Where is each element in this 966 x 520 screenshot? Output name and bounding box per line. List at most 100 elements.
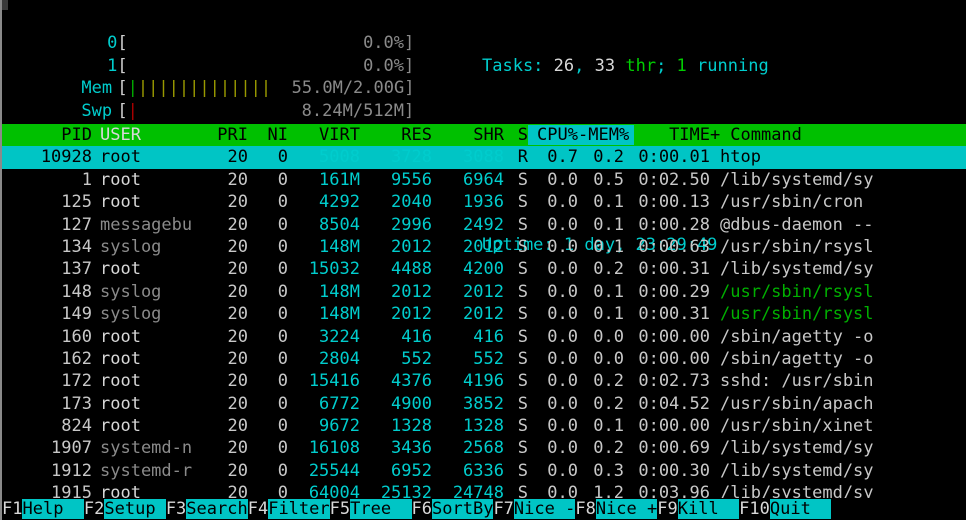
cell-mem: 0.3 xyxy=(578,460,624,482)
swap-open-bracket: [ xyxy=(117,101,127,121)
function-key-f4[interactable]: F4 xyxy=(248,499,268,519)
function-label-kill[interactable]: Kill xyxy=(678,499,739,519)
cell-ni: 0 xyxy=(248,258,288,280)
table-row[interactable]: 137root2001503244884200S0.00.20:00.31/li… xyxy=(2,258,966,280)
table-row[interactable]: 134syslog200148M20122012S0.00.10:00.63/u… xyxy=(2,236,966,258)
cell-res: 2040 xyxy=(360,191,432,213)
table-row[interactable]: 148syslog200148M20122012S0.00.10:00.29/u… xyxy=(2,281,966,303)
cell-virt: 15416 xyxy=(288,370,360,392)
tasks-count: 26 xyxy=(554,56,574,76)
process-table-header[interactable]: PIDUSERPRINIVIRTRESSHRSCPU%-MEM%TIME+Com… xyxy=(2,124,966,146)
cell-shr: 2012 xyxy=(432,281,504,303)
column-header-pri[interactable]: PRI xyxy=(188,124,248,146)
process-row-list: 10928root200500837283088R0.70.20:00.01ht… xyxy=(2,146,966,504)
column-header-time[interactable]: TIME+ xyxy=(634,124,720,146)
column-header-virt[interactable]: VIRT xyxy=(288,124,360,146)
cell-pri: 20 xyxy=(188,146,248,168)
cell-user: root xyxy=(92,191,188,213)
cell-cpu: 0.0 xyxy=(528,460,578,482)
function-key-f8[interactable]: F8 xyxy=(575,499,595,519)
table-row[interactable]: 160root2003224416416S0.00.00:00.00/sbin/… xyxy=(2,326,966,348)
cell-pid: 824 xyxy=(2,415,92,437)
table-row[interactable]: 10928root200500837283088R0.70.20:00.01ht… xyxy=(2,146,966,168)
cell-command: htop xyxy=(710,146,761,168)
function-key-f10[interactable]: F10 xyxy=(739,499,770,519)
cell-pid: 149 xyxy=(2,303,92,325)
column-header-shr[interactable]: SHR xyxy=(432,124,504,146)
cell-res: 416 xyxy=(360,326,432,348)
function-label-nice[interactable]: Nice + xyxy=(596,499,657,519)
column-header-command[interactable]: Command xyxy=(720,124,802,146)
function-label-filter[interactable]: Filter xyxy=(268,499,329,519)
cpu-meter-1[interactable]: 1[ 0.0%] xyxy=(2,32,420,54)
cell-state: S xyxy=(504,370,528,392)
function-label-nice[interactable]: Nice - xyxy=(514,499,575,519)
cell-res: 6952 xyxy=(360,460,432,482)
cell-user: root xyxy=(92,258,188,280)
function-label-help[interactable]: Help xyxy=(22,499,83,519)
cpu-meter-0[interactable]: 0[ 0.0%] xyxy=(2,10,420,32)
function-label-setup[interactable]: Setup xyxy=(104,499,165,519)
column-header-res[interactable]: RES xyxy=(360,124,432,146)
column-header-user[interactable]: USER xyxy=(92,124,188,146)
column-header-sort-group[interactable]: CPU%-MEM% xyxy=(528,125,634,145)
cell-shr: 4196 xyxy=(432,370,504,392)
cell-virt: 8504 xyxy=(288,214,360,236)
memory-meter[interactable]: Mem[|||||||||||||| 55.0M/2.00G] xyxy=(2,55,420,77)
cell-time: 0:00.29 xyxy=(624,281,710,303)
cell-shr: 4200 xyxy=(432,258,504,280)
cell-shr: 2568 xyxy=(432,437,504,459)
column-header-separator: - xyxy=(578,125,588,145)
cell-res: 2012 xyxy=(360,303,432,325)
table-row[interactable]: 127messagebu200850429962492S0.00.10:00.2… xyxy=(2,214,966,236)
cell-pid: 172 xyxy=(2,370,92,392)
cell-pid: 10928 xyxy=(2,146,92,168)
column-header-ni[interactable]: NI xyxy=(248,124,288,146)
column-header-cpu[interactable]: CPU% xyxy=(528,124,578,146)
table-row[interactable]: 173root200677249003852S0.00.20:04.52/usr… xyxy=(2,393,966,415)
function-key-f5[interactable]: F5 xyxy=(330,499,350,519)
cell-virt: 5008 xyxy=(288,146,360,168)
cell-shr: 6964 xyxy=(432,169,504,191)
function-key-f2[interactable]: F2 xyxy=(84,499,104,519)
function-key-f6[interactable]: F6 xyxy=(412,499,432,519)
column-header-state[interactable]: S xyxy=(504,124,528,146)
cell-ni: 0 xyxy=(248,326,288,348)
cell-ni: 0 xyxy=(248,393,288,415)
function-key-f9[interactable]: F9 xyxy=(657,499,677,519)
function-key-bar: F1Help F2Setup F3SearchF4FilterF5Tree F6… xyxy=(2,498,966,520)
table-row[interactable]: 172root2001541643764196S0.00.20:02.73ssh… xyxy=(2,370,966,392)
cell-time: 0:00.00 xyxy=(624,348,710,370)
function-key-f3[interactable]: F3 xyxy=(166,499,186,519)
cell-pid: 148 xyxy=(2,281,92,303)
cell-res: 552 xyxy=(360,348,432,370)
cell-virt: 148M xyxy=(288,303,360,325)
table-row[interactable]: 1907systemd-n2001610834362568S0.00.20:00… xyxy=(2,437,966,459)
function-label-tree[interactable]: Tree xyxy=(350,499,411,519)
cell-pri: 20 xyxy=(188,303,248,325)
table-row[interactable]: 1root200161M95566964S0.00.50:02.50/lib/s… xyxy=(2,169,966,191)
table-row[interactable]: 1912systemd-r2002554469526336S0.00.30:00… xyxy=(2,460,966,482)
column-header-mem[interactable]: MEM% xyxy=(588,124,634,146)
column-header-pid[interactable]: PID xyxy=(2,124,92,146)
swap-meter[interactable]: Swp[| 8.24M/512M] xyxy=(2,77,420,99)
swap-track: | 8.24M/512M] xyxy=(128,100,420,122)
function-key-f7[interactable]: F7 xyxy=(493,499,513,519)
cell-virt: 148M xyxy=(288,281,360,303)
function-label-search[interactable]: Search xyxy=(186,499,247,519)
function-label-quit[interactable]: Quit xyxy=(770,499,831,519)
cell-state: S xyxy=(504,437,528,459)
cell-pri: 20 xyxy=(188,258,248,280)
table-row[interactable]: 149syslog200148M20122012S0.00.10:00.31/u… xyxy=(2,303,966,325)
table-row[interactable]: 824root200967213281328S0.00.10:00.00/usr… xyxy=(2,415,966,437)
table-row[interactable]: 125root200429220401936S0.00.10:00.13/usr… xyxy=(2,191,966,213)
cell-virt: 4292 xyxy=(288,191,360,213)
thread-separator: ; xyxy=(656,56,676,76)
function-key-f1[interactable]: F1 xyxy=(2,499,22,519)
cell-cpu: 0.0 xyxy=(528,214,578,236)
function-label-sortby[interactable]: SortBy xyxy=(432,499,493,519)
cell-user: root xyxy=(92,326,188,348)
cell-pri: 20 xyxy=(188,348,248,370)
cell-shr: 1936 xyxy=(432,191,504,213)
table-row[interactable]: 162root2002804552552S0.00.00:00.00/sbin/… xyxy=(2,348,966,370)
